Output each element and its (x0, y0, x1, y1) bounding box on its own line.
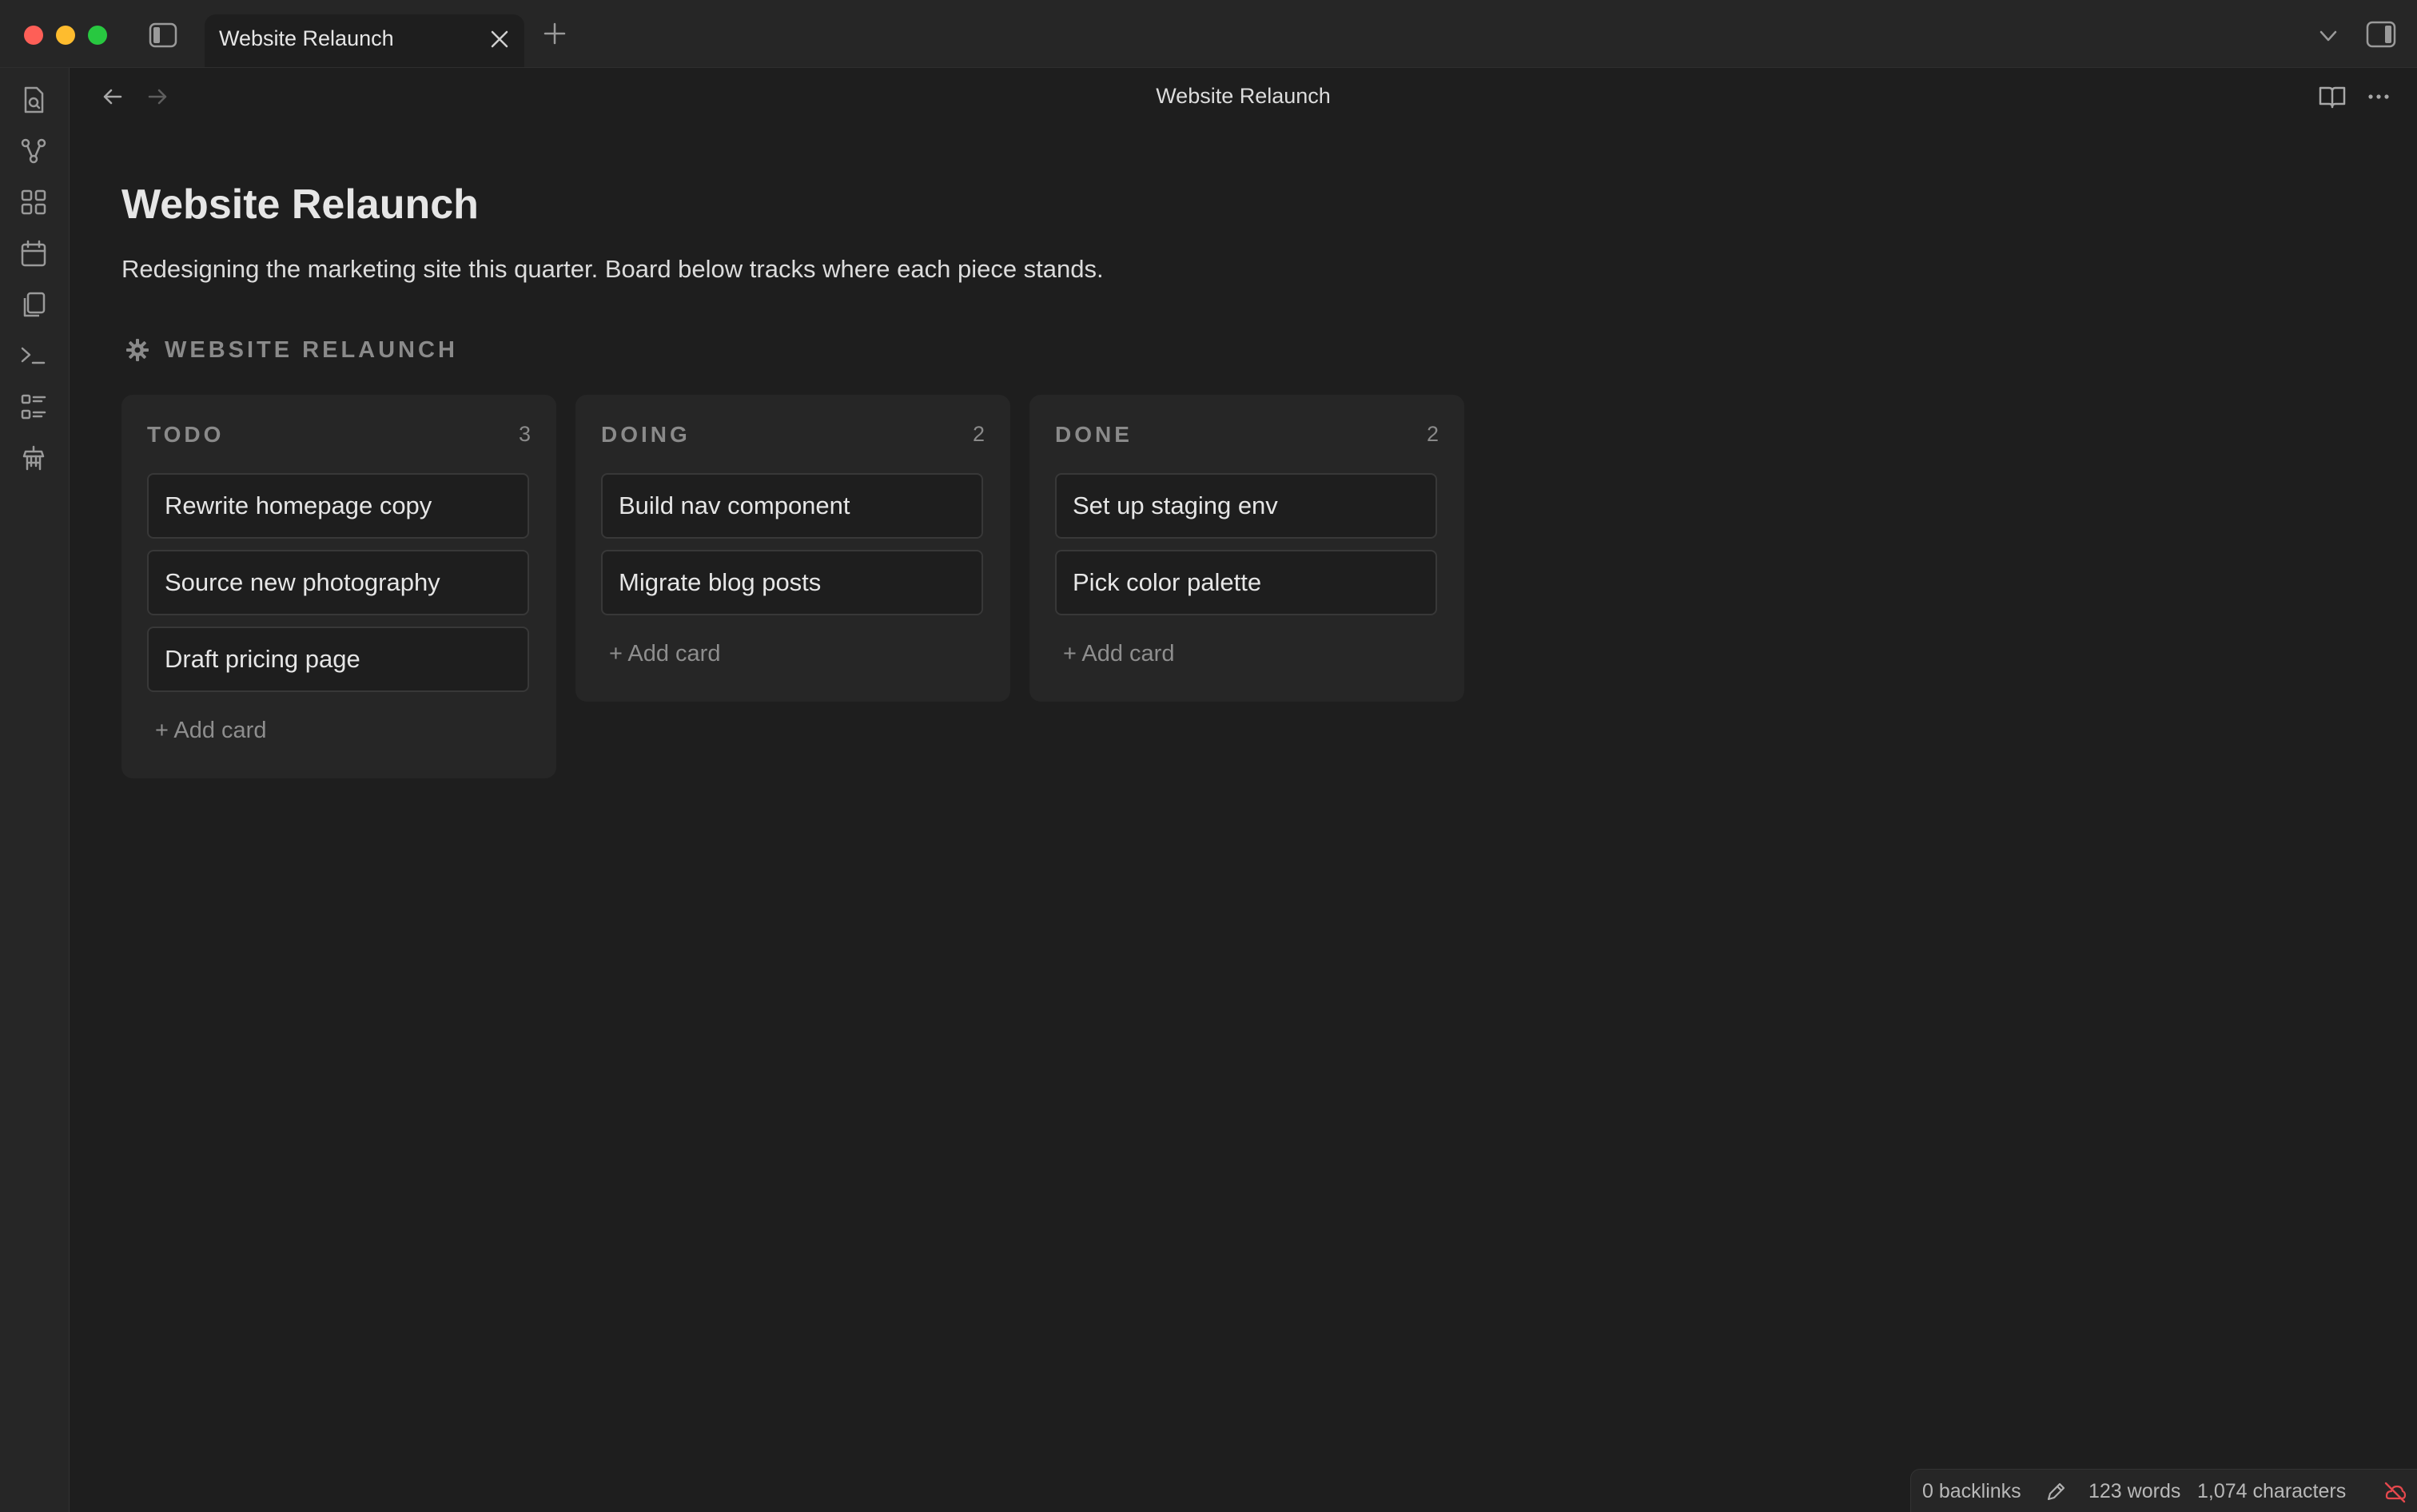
graph-icon[interactable] (18, 135, 50, 167)
kanban-card[interactable]: Draft pricing page (147, 627, 529, 692)
view-header: Website Relaunch (70, 68, 2417, 124)
right-sidebar-toggle-icon[interactable] (2366, 21, 2396, 48)
character-count: 1,074 characters (2197, 1480, 2347, 1502)
book-open-icon[interactable] (2317, 82, 2347, 111)
kanban-card[interactable]: Set up staging env (1055, 473, 1437, 539)
calendar-icon[interactable] (18, 237, 50, 269)
list-grid-icon[interactable] (18, 391, 50, 423)
lane-doing: DOING 2 Build nav component Migrate blog… (575, 395, 1010, 702)
kanban-card[interactable]: Source new photography (147, 550, 529, 615)
kanban-card[interactable]: Pick color palette (1055, 550, 1437, 615)
view-header-title[interactable]: Website Relaunch (70, 68, 2417, 124)
settings-gear-icon[interactable] (125, 337, 150, 363)
file-search-icon[interactable] (18, 84, 50, 116)
add-card-button[interactable]: + Add card (609, 638, 720, 670)
board-title: WEBSITE RELAUNCH (165, 336, 458, 363)
bot-icon[interactable] (18, 442, 50, 474)
board-header: WEBSITE RELAUNCH (125, 332, 458, 368)
tab-label: Website Relaunch (219, 26, 394, 50)
app-window: Website Relaunch Website Relaunch Websit… (0, 0, 2417, 1512)
left-sidebar-toggle-icon[interactable] (149, 22, 177, 48)
lane-done: DONE 2 Set up staging env Pick color pal… (1029, 395, 1464, 702)
new-tab-icon[interactable] (542, 21, 567, 46)
more-options-icon[interactable] (2363, 82, 2394, 111)
minimize-window-button[interactable] (56, 26, 75, 45)
note-description[interactable]: Redesigning the marketing site this quar… (121, 249, 1104, 289)
kanban-card[interactable]: Build nav component (601, 473, 983, 539)
lane-name: DOING (601, 422, 691, 447)
lane-count: 2 (1426, 422, 1439, 446)
ribbon (0, 68, 70, 1512)
lane-count: 3 (518, 422, 531, 446)
kanban-card[interactable]: Rewrite homepage copy (147, 473, 529, 539)
status-bar: 0 backlinks 123 words 1,074 characters (1910, 1469, 2417, 1512)
sync-error-icon[interactable] (2383, 1480, 2407, 1504)
pencil-icon[interactable] (2044, 1480, 2068, 1504)
tab-website-relaunch[interactable]: Website Relaunch (205, 14, 524, 67)
title-bar: Website Relaunch (0, 0, 2417, 68)
terminal-icon[interactable] (18, 340, 50, 372)
word-count: 123 words (2088, 1480, 2181, 1502)
note-title[interactable]: Website Relaunch (121, 176, 479, 233)
backlinks-count[interactable]: 0 backlinks (1922, 1470, 2021, 1512)
close-tab-icon[interactable] (489, 29, 510, 50)
lane-todo: TODO 3 Rewrite homepage copy Source new … (121, 395, 556, 778)
add-card-button[interactable]: + Add card (1063, 638, 1174, 670)
zoom-window-button[interactable] (88, 26, 107, 45)
close-window-button[interactable] (24, 26, 43, 45)
copy-icon[interactable] (18, 288, 50, 320)
kanban-card[interactable]: Migrate blog posts (601, 550, 983, 615)
add-card-button[interactable]: + Add card (155, 714, 266, 746)
chevron-down-icon[interactable] (2316, 24, 2340, 48)
lane-name: DONE (1055, 422, 1133, 447)
lane-name: TODO (147, 422, 225, 447)
lane-count: 2 (972, 422, 985, 446)
grid-icon[interactable] (18, 186, 50, 218)
